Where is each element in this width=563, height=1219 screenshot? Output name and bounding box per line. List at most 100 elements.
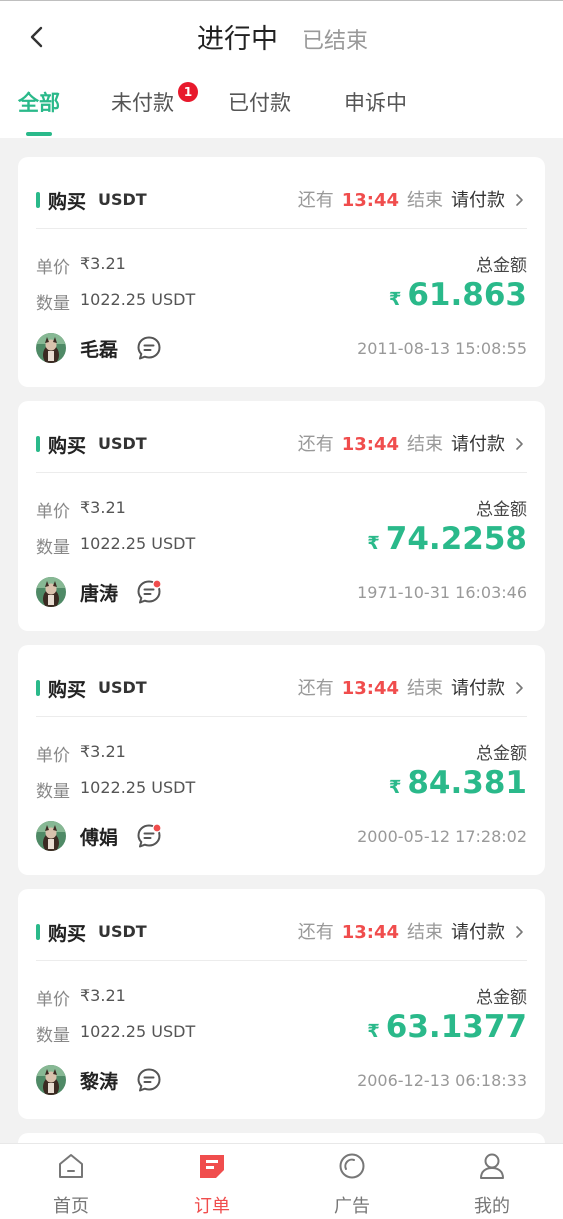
countdown: 13:44 (341, 190, 399, 211)
divider (36, 228, 527, 229)
status-text: 请付款 (451, 190, 505, 211)
price-value: ₹3.21 (80, 986, 126, 1005)
nav-profile[interactable]: 我的 (422, 1144, 562, 1219)
order-list: 购买 USDT 还有 13:44 结束 请付款 单价 ₹3.21 数量 1022… (18, 157, 545, 1133)
order-status[interactable]: 还有 13:44 结束 请付款 (298, 918, 525, 944)
order-type: 购买 (48, 679, 87, 701)
status-mid: 结束 (407, 678, 443, 699)
trader-name: 傅娟 (80, 827, 119, 849)
chat-button[interactable] (135, 1066, 163, 1094)
unpaid-count-badge: 1 (178, 82, 198, 102)
tab-label: 已付款 (228, 91, 291, 115)
chat-icon (137, 579, 162, 604)
nav-orders[interactable]: 订单 (142, 1144, 282, 1219)
home-icon (59, 1154, 83, 1178)
tab-indicator (26, 132, 52, 136)
coin-name: USDT (98, 434, 147, 453)
trader-name: 毛磊 (80, 339, 119, 361)
quantity-label: 数量 (36, 538, 70, 558)
total-label: 总金额 (476, 500, 527, 520)
order-card[interactable]: 购买 USDT 还有 13:44 结束 请付款 单价 ₹3.21 数量 1022… (18, 645, 545, 875)
total-amount: ₹ 84.381 (389, 765, 527, 801)
countdown: 13:44 (341, 678, 399, 699)
quantity-value: 1022.25 USDT (80, 534, 196, 553)
chat-icon (137, 823, 162, 848)
profile-icon (480, 1153, 504, 1179)
segment-finished[interactable]: 已结束 (302, 23, 368, 55)
tab-all[interactable]: 全部 (18, 87, 60, 117)
chat-button[interactable] (135, 334, 163, 362)
status-prefix: 还有 (297, 922, 334, 943)
back-button[interactable] (24, 21, 52, 53)
tab-appeal[interactable]: 申诉中 (344, 87, 407, 117)
price-value: ₹3.21 (80, 498, 126, 517)
status-text: 请付款 (451, 678, 505, 699)
coin-name: USDT (98, 922, 147, 941)
order-timestamp: 1971-10-31 16:03:46 (357, 583, 527, 602)
avatar (36, 333, 66, 363)
order-timestamp: 2006-12-13 06:18:33 (357, 1071, 527, 1090)
currency-symbol: ₹ (388, 289, 402, 310)
trader-name: 唐涛 (80, 583, 119, 605)
order-type: 购买 (48, 923, 87, 945)
divider (36, 472, 527, 473)
status-prefix: 还有 (297, 678, 334, 699)
segment-in-progress[interactable]: 进行中 (197, 17, 278, 56)
nav-home[interactable]: 首页 (1, 1144, 141, 1219)
currency-symbol: ₹ (367, 1021, 380, 1042)
ad-icon (339, 1153, 365, 1179)
accent-bar (36, 680, 40, 696)
accent-bar (36, 192, 40, 208)
divider (36, 960, 527, 961)
accent-bar (36, 436, 40, 452)
tab-paid[interactable]: 已付款 (228, 87, 291, 117)
total-amount: ₹ 61.863 (389, 277, 527, 313)
nav-label: 广告 (334, 1196, 370, 1217)
chat-icon (137, 1068, 161, 1092)
quantity-value: 1022.25 USDT (80, 290, 196, 309)
accent-bar (36, 924, 40, 940)
total-label: 总金额 (476, 744, 527, 764)
amount-value: 63.1377 (385, 1009, 527, 1045)
order-status[interactable]: 还有 13:44 结束 请付款 (298, 674, 525, 700)
status-prefix: 还有 (297, 190, 334, 211)
order-tabs: 全部 未付款 1 已付款 申诉中 (0, 82, 563, 127)
chevron-right-icon (516, 438, 523, 450)
amount-value: 74.2258 (385, 521, 527, 557)
header: 进行中 已结束 全部 未付款 1 已付款 申诉中 (0, 1, 563, 138)
nav-label: 我的 (474, 1196, 510, 1217)
total-label: 总金额 (476, 256, 527, 276)
tab-label: 申诉中 (344, 91, 407, 115)
tab-label: 未付款 (111, 91, 174, 115)
amount-value: 84.381 (407, 765, 527, 801)
order-card[interactable]: 购买 USDT 还有 13:44 结束 请付款 单价 ₹3.21 数量 1022… (18, 889, 545, 1119)
tab-unpaid[interactable]: 未付款 1 (111, 82, 198, 117)
order-status[interactable]: 还有 13:44 结束 请付款 (298, 186, 525, 212)
quantity-value: 1022.25 USDT (80, 778, 196, 797)
order-type: 购买 (48, 191, 87, 213)
status-text: 请付款 (451, 922, 505, 943)
price-label: 单价 (36, 502, 70, 522)
total-amount: ₹ 74.2258 (367, 521, 527, 557)
order-type: 购买 (48, 435, 87, 457)
status-mid: 结束 (407, 190, 443, 211)
chat-button[interactable] (135, 578, 163, 606)
avatar (36, 821, 66, 851)
price-label: 单价 (36, 258, 70, 278)
trader-name: 黎涛 (80, 1071, 119, 1093)
total-amount: ₹ 63.1377 (367, 1009, 527, 1045)
chat-button[interactable] (135, 822, 163, 850)
order-status[interactable]: 还有 13:44 结束 请付款 (298, 430, 525, 456)
divider (36, 716, 527, 717)
currency-symbol: ₹ (388, 777, 402, 798)
status-segment: 进行中 已结束 (197, 17, 368, 56)
nav-ads[interactable]: 广告 (282, 1144, 422, 1219)
order-timestamp: 2011-08-13 15:08:55 (357, 339, 527, 358)
price-value: ₹3.21 (80, 742, 126, 761)
quantity-label: 数量 (36, 782, 70, 802)
order-card[interactable]: 购买 USDT 还有 13:44 结束 请付款 单价 ₹3.21 数量 1022… (18, 157, 545, 387)
chevron-right-icon (516, 194, 523, 206)
status-prefix: 还有 (297, 434, 334, 455)
quantity-label: 数量 (36, 1026, 70, 1046)
order-card[interactable]: 购买 USDT 还有 13:44 结束 请付款 单价 ₹3.21 数量 1022… (18, 401, 545, 631)
